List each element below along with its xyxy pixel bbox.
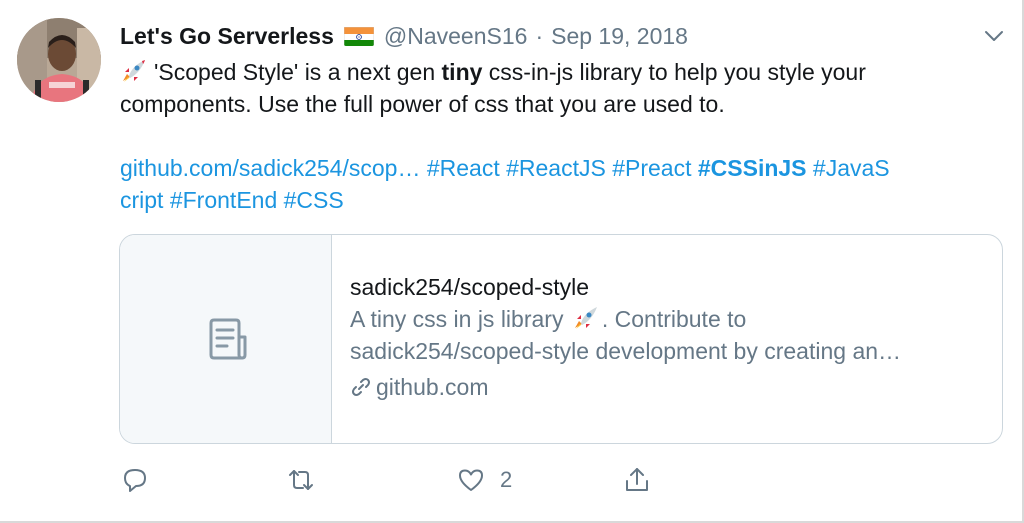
like-button[interactable]: 2 <box>456 462 512 498</box>
tweet-text-part: css-in-js library to help you style your <box>482 59 866 85</box>
card-domain-text: github.com <box>376 374 489 400</box>
tweet-line-4: cript #FrontEnd #CSS <box>120 184 1000 216</box>
tweet-line-2: components. Use the full power of css th… <box>120 88 1000 120</box>
share-button[interactable] <box>622 462 652 498</box>
hashtag-link[interactable]: #JavaS <box>813 155 890 181</box>
tweet-container: Let's Go Serverless @NaveenS16 · Sep 19,… <box>0 0 1024 523</box>
document-icon <box>209 318 247 360</box>
tweet-date[interactable]: Sep 19, 2018 <box>551 23 688 50</box>
avatar-image <box>17 18 101 102</box>
tweet-text-part: components. Use the full power of css th… <box>120 91 725 117</box>
card-thumbnail <box>120 235 332 443</box>
card-description: A tiny css in js library . Contribute to <box>350 303 990 335</box>
card-body: sadick254/scoped-style A tiny css in js … <box>350 271 990 403</box>
user-avatar[interactable] <box>17 18 101 102</box>
user-handle[interactable]: @NaveenS16 <box>384 23 528 50</box>
hashtag-link[interactable]: #CSS <box>284 187 344 213</box>
hashtag-link[interactable]: #Preact <box>612 155 691 181</box>
retweet-icon <box>289 470 313 490</box>
rocket-emoji <box>120 58 148 84</box>
hashtag-link[interactable]: cript <box>120 187 163 213</box>
tweet-line-3: github.com/sadick254/scop… #React #React… <box>120 152 1000 184</box>
card-title: sadick254/scoped-style <box>350 274 590 300</box>
link-preview-card[interactable]: sadick254/scoped-style A tiny css in js … <box>119 234 1003 444</box>
tweet-line-1: 'Scoped Style' is a next gen tiny css-in… <box>120 56 1000 88</box>
link-icon <box>350 374 372 396</box>
tweet-text: 'Scoped Style' is a next gen tiny css-in… <box>120 56 1000 216</box>
card-desc-text: A tiny css in js library <box>350 306 570 332</box>
card-desc-text: . Contribute to <box>601 306 747 332</box>
like-count: 2 <box>500 467 513 492</box>
tweet-url-link[interactable]: github.com/sadick254/scop… <box>120 155 420 181</box>
card-domain: github.com <box>350 371 990 403</box>
retweet-button[interactable] <box>286 462 316 498</box>
reply-icon <box>124 469 146 492</box>
tweet-text-part: 'Scoped Style' is a next gen <box>154 59 442 85</box>
share-icon <box>626 468 648 491</box>
card-description-line-2: sadick254/scoped-style development by cr… <box>350 338 902 364</box>
reply-button[interactable] <box>120 462 150 498</box>
india-flag-icon <box>343 26 374 46</box>
tweet-text-bold: tiny <box>441 59 483 85</box>
header-separator: · <box>535 22 544 49</box>
heart-icon <box>459 469 483 491</box>
rocket-emoji <box>572 305 600 331</box>
chevron-down-icon[interactable] <box>982 24 1006 48</box>
tweet-actions: 2 <box>120 462 680 498</box>
tweet-header: Let's Go Serverless @NaveenS16 · Sep 19,… <box>120 20 688 52</box>
hashtag-link[interactable]: #React <box>427 155 500 181</box>
hashtag-link[interactable]: #ReactJS <box>506 155 606 181</box>
hashtag-link[interactable]: #CSSinJS <box>698 155 807 181</box>
display-name[interactable]: Let's Go Serverless <box>120 23 334 50</box>
hashtag-link[interactable]: #FrontEnd <box>170 187 277 213</box>
